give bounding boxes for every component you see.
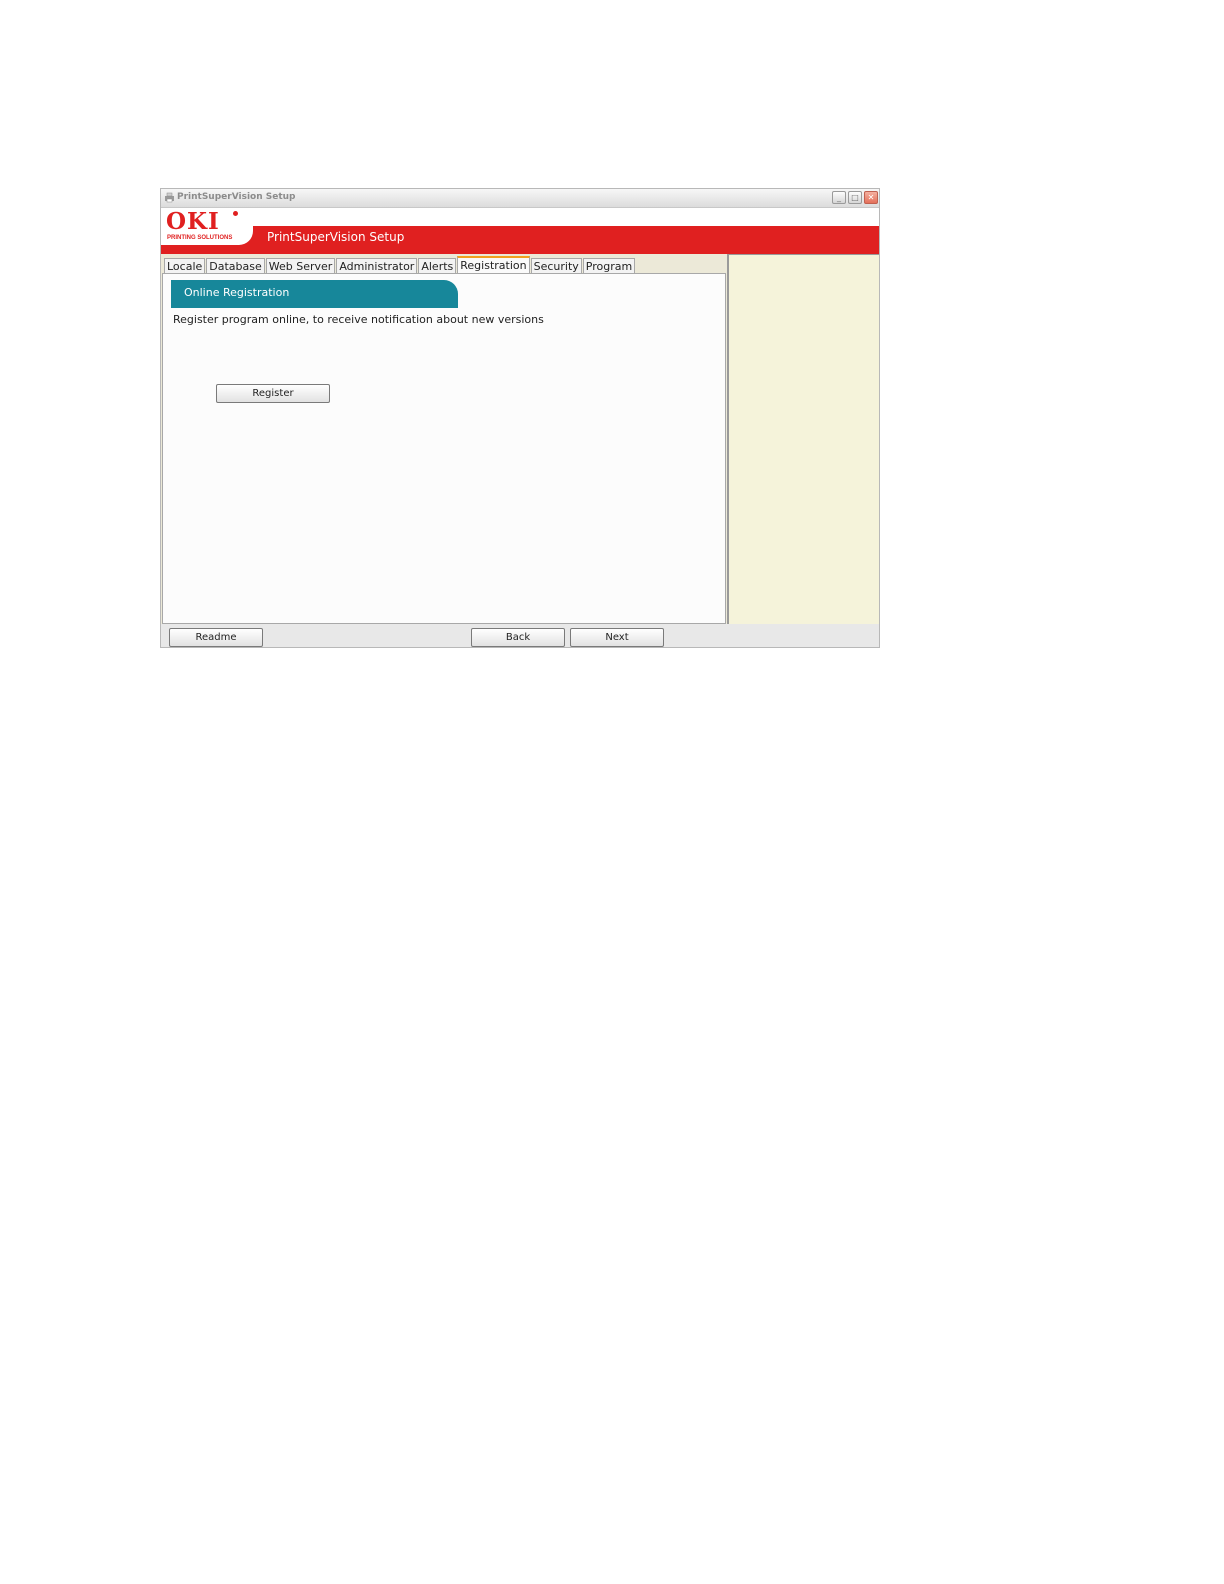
logo-subtext: PRINTING SOLUTIONS [167,235,233,241]
window-title: PrintSuperVision Setup [177,192,296,202]
section-header: Online Registration [171,280,458,308]
printer-icon [165,192,174,203]
oki-logo: OKI PRINTING SOLUTIONS [161,208,253,245]
header-banner: OKI PRINTING SOLUTIONS PrintSuperVision … [161,208,879,254]
registration-description: Register program online, to receive noti… [173,313,544,326]
title-bar[interactable]: PrintSuperVision Setup _ □ ✕ [161,189,879,208]
tab-database[interactable]: Database [206,258,265,274]
footer-bar: Readme Back Next [161,624,879,647]
tab-alerts[interactable]: Alerts [418,258,457,274]
tab-registration[interactable]: Registration [457,256,530,274]
close-button[interactable]: ✕ [864,191,878,204]
back-button[interactable]: Back [471,628,565,647]
tab-bar: Locale Database Web Server Administrator… [164,256,636,274]
minimize-button[interactable]: _ [832,191,846,204]
section-title: Online Registration [184,286,290,299]
logo-text: OKI [166,208,220,235]
register-button[interactable]: Register [216,384,330,403]
tab-security[interactable]: Security [530,258,582,274]
tab-program[interactable]: Program [582,258,636,274]
tab-locale[interactable]: Locale [164,258,206,274]
registration-panel: Online Registration Register program onl… [162,273,726,624]
tab-administrator[interactable]: Administrator [336,258,418,274]
tab-web-server[interactable]: Web Server [265,258,336,274]
banner-title: PrintSuperVision Setup [267,230,405,244]
maximize-button[interactable]: □ [848,191,862,204]
next-button[interactable]: Next [570,628,664,647]
logo-mark [233,211,238,216]
readme-button[interactable]: Readme [169,628,263,647]
setup-window: PrintSuperVision Setup _ □ ✕ OKI PRINTIN… [160,188,880,648]
help-side-panel [727,254,879,624]
